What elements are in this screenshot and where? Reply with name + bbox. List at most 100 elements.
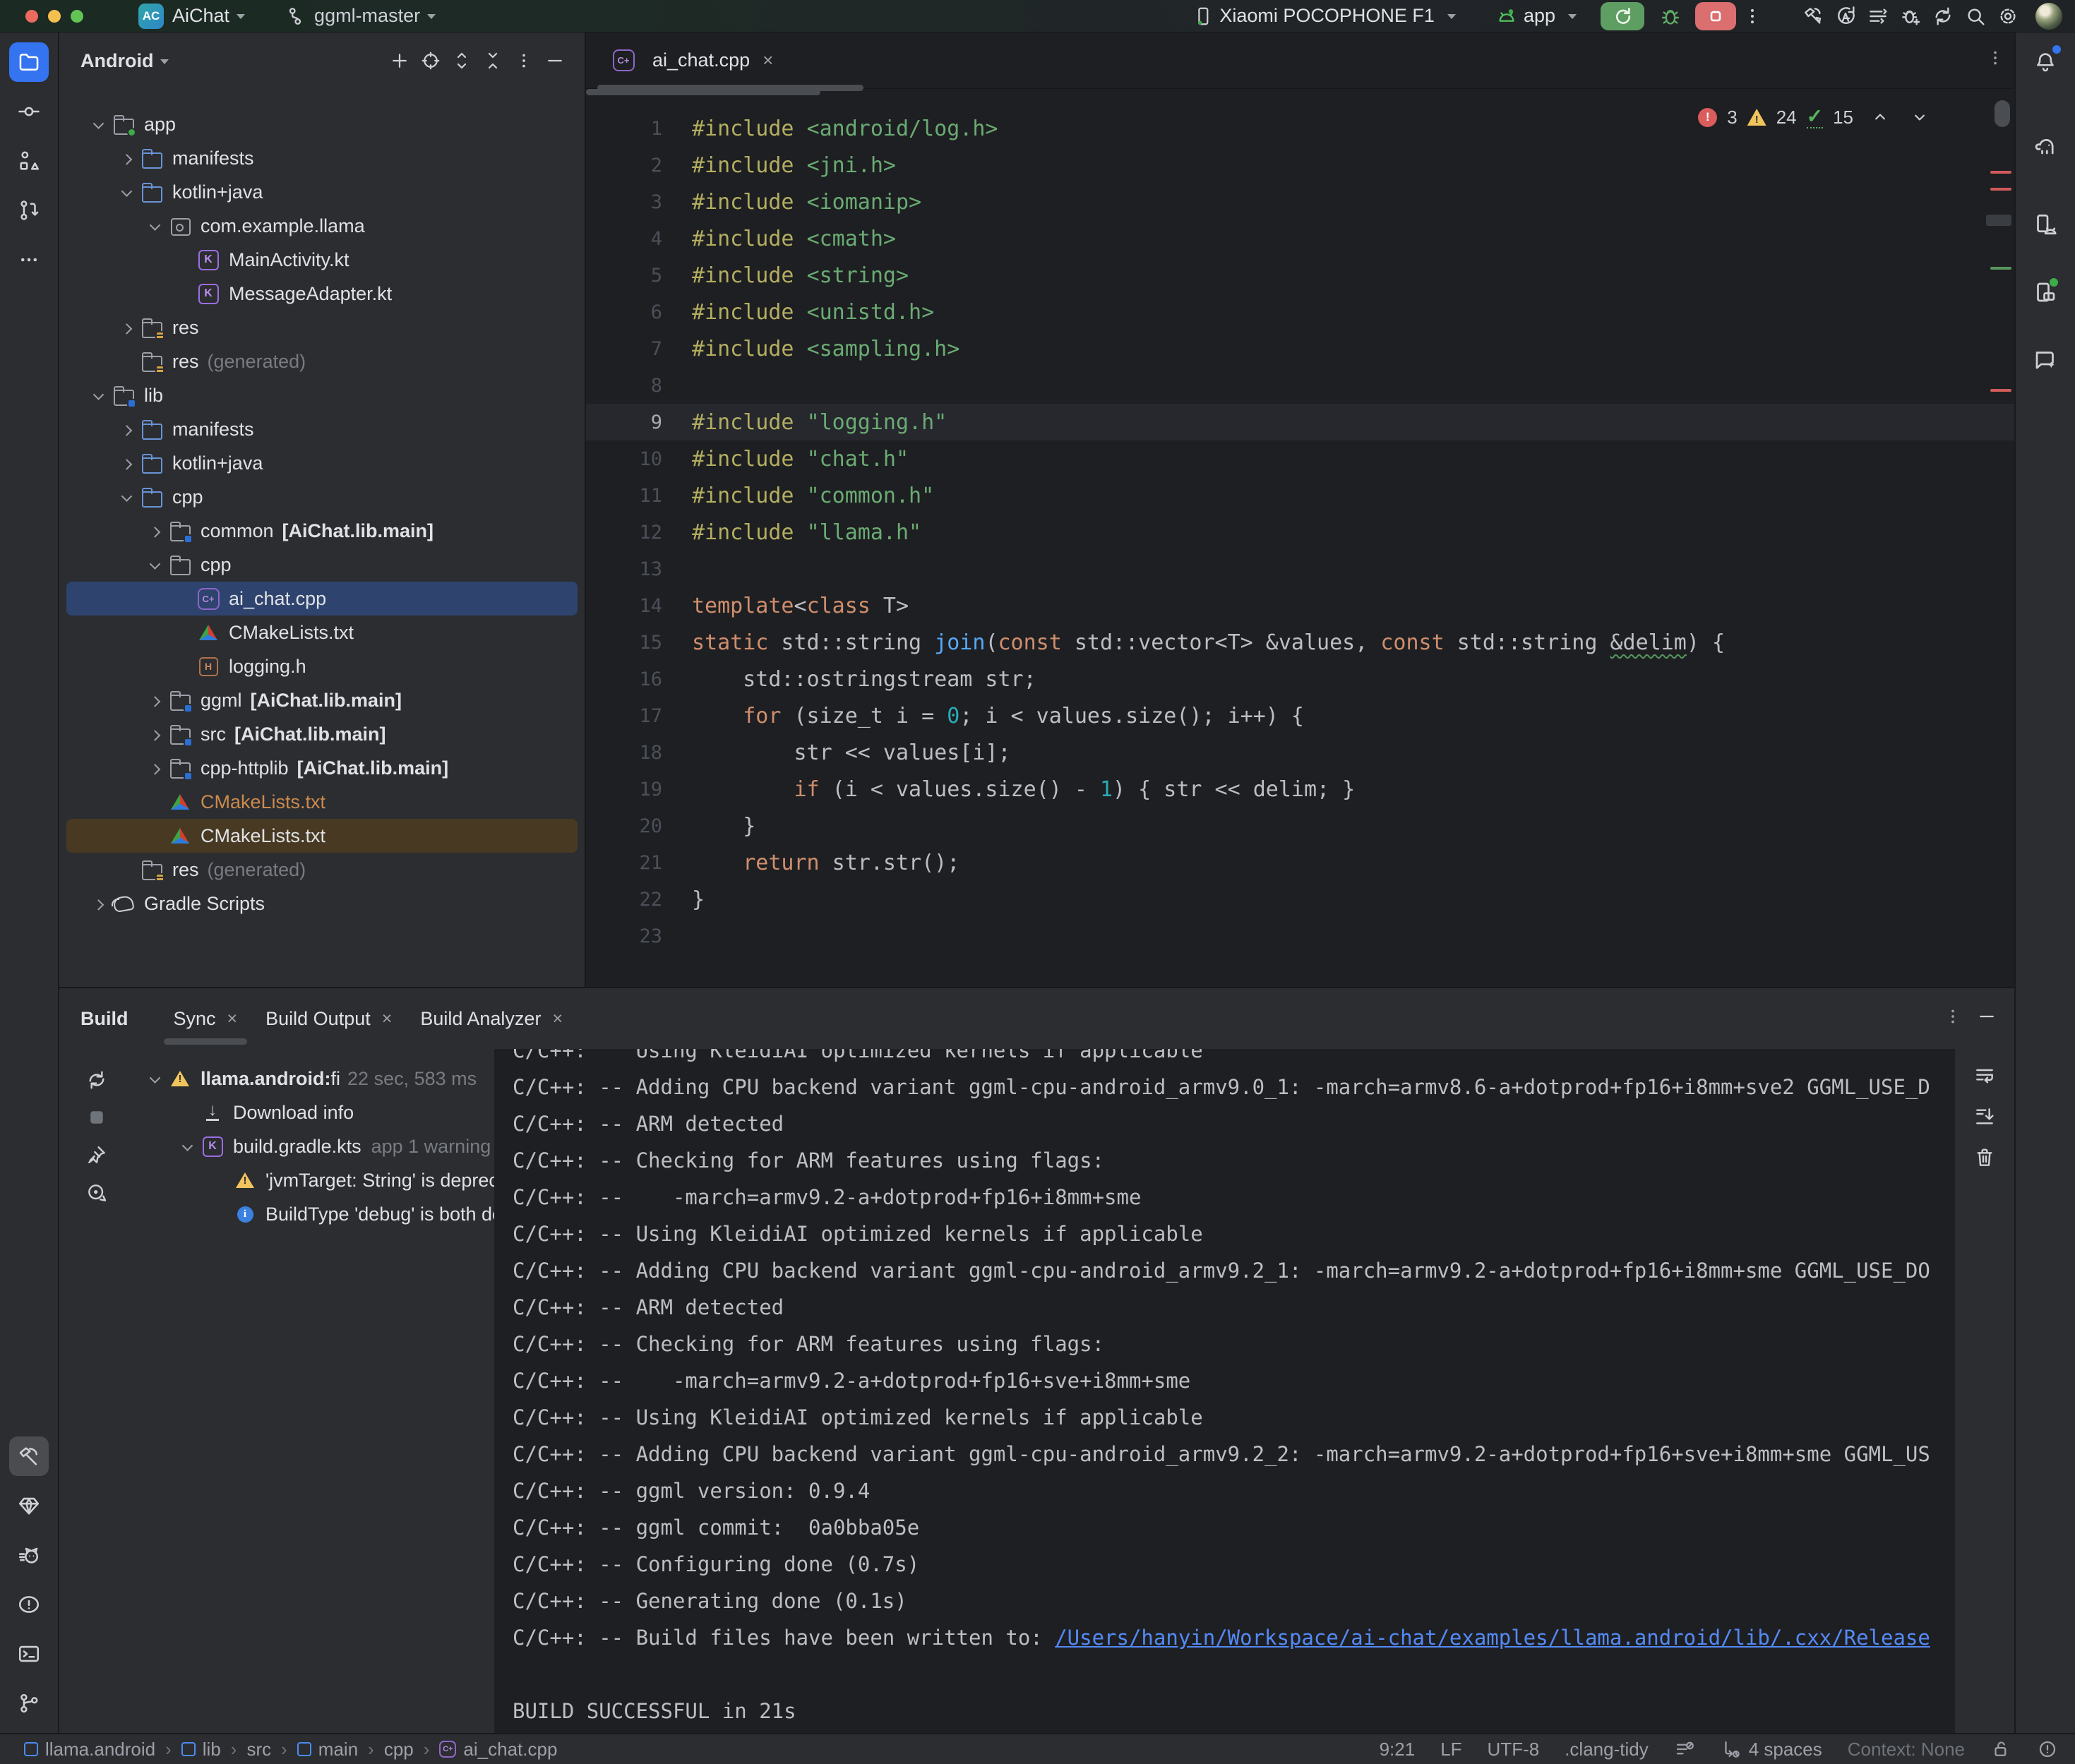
tree-item-res[interactable]: res xyxy=(66,311,578,344)
search-everywhere-button[interactable] xyxy=(1959,2,1992,30)
close-tab-icon[interactable]: × xyxy=(763,49,773,71)
indent-widget[interactable]: 4 spaces xyxy=(1721,1739,1822,1760)
tree-item-cpp[interactable]: cpp xyxy=(66,480,578,514)
settings-button[interactable] xyxy=(1992,2,2024,30)
pin-icon[interactable] xyxy=(85,1144,108,1166)
build-tree-item-llama-android[interactable]: llama.android: fi22 sec, 583 ms xyxy=(134,1062,494,1096)
stop-button[interactable] xyxy=(1695,2,1736,30)
horizontal-scrollbar-thumb[interactable] xyxy=(586,89,820,95)
code-area[interactable]: 1#include <android/log.h>2#include <jni.… xyxy=(586,89,2014,987)
resync-icon[interactable] xyxy=(85,1069,108,1091)
close-tab-icon[interactable]: × xyxy=(227,1009,238,1029)
build-tree-item-jvmtarget-string-is-deprec[interactable]: 'jvmTarget: String' is deprec xyxy=(134,1163,494,1197)
code-line-20[interactable]: 20 } xyxy=(586,808,2014,844)
more-run-actions-button[interactable] xyxy=(1736,2,1769,30)
tree-item-manifests[interactable]: manifests xyxy=(66,412,578,446)
run-configuration-selector[interactable]: app xyxy=(1495,5,1577,28)
breadcrumb-item-cpp[interactable]: cpp xyxy=(384,1739,414,1760)
tree-item-common-aichat-lib-main[interactable]: common[AiChat.lib.main] xyxy=(66,514,578,548)
linter-config[interactable]: .clang-tidy xyxy=(1565,1739,1649,1760)
build-output-path-link[interactable]: /Users/hanyin/Workspace/ai-chat/examples… xyxy=(1055,1626,1930,1650)
code-line-16[interactable]: 16 std::ostringstream str; xyxy=(586,661,2014,697)
code-line-22[interactable]: 22} xyxy=(586,881,2014,918)
clear-console-icon[interactable] xyxy=(1973,1146,1996,1169)
tree-item-cmakelists-txt[interactable]: CMakeLists.txt xyxy=(66,819,578,853)
tree-item-kotlin-java[interactable]: kotlin+java xyxy=(66,446,578,480)
tree-item-mainactivity-kt[interactable]: MainActivity.kt xyxy=(66,243,578,277)
error-stripe[interactable] xyxy=(1986,89,2014,987)
breadcrumb-item-src[interactable]: src xyxy=(246,1739,271,1760)
hide-panel-button[interactable] xyxy=(539,45,570,76)
stop-process-icon[interactable] xyxy=(86,1107,107,1128)
tree-item-app[interactable]: app xyxy=(66,107,578,141)
close-tab-icon[interactable]: × xyxy=(552,1009,563,1029)
zoom-window-button[interactable] xyxy=(71,10,83,23)
tree-item-src-aichat-lib-main[interactable]: src[AiChat.lib.main] xyxy=(66,717,578,751)
build-tree-item-buildtype-debug-is-both-de[interactable]: BuildType 'debug' is both de xyxy=(134,1197,494,1231)
inspection-widget[interactable]: ! 3 ! 24 ✓ 15 xyxy=(1698,106,1930,128)
code-line-6[interactable]: 6#include <unistd.h> xyxy=(586,294,2014,330)
code-line-12[interactable]: 12#include "llama.h" xyxy=(586,514,2014,551)
error-indicator-icon[interactable] xyxy=(2037,1739,2058,1760)
tool-running-devices[interactable] xyxy=(2026,272,2065,312)
tab-sync[interactable]: Sync× xyxy=(160,988,252,1049)
tool-git[interactable] xyxy=(9,1684,49,1723)
file-encoding[interactable]: UTF-8 xyxy=(1488,1739,1540,1760)
code-line-7[interactable]: 7#include <sampling.h> xyxy=(586,330,2014,367)
locate-file-button[interactable] xyxy=(415,45,446,76)
code-line-5[interactable]: 5#include <string> xyxy=(586,257,2014,294)
chevron-down-icon[interactable] xyxy=(116,486,137,508)
tree-item-gradle-scripts[interactable]: Gradle Scripts xyxy=(66,887,578,920)
chevron-right-icon[interactable] xyxy=(144,757,165,779)
chevron-down-icon[interactable] xyxy=(116,181,137,203)
code-line-8[interactable]: 8 xyxy=(586,367,2014,404)
chevron-right-icon[interactable] xyxy=(116,419,137,440)
breadcrumb-item-lib[interactable]: lib xyxy=(181,1739,221,1760)
code-line-15[interactable]: 15static std::string join(const std::vec… xyxy=(586,624,2014,661)
breadcrumb-item-ai-chat-cpp[interactable]: C+ai_chat.cpp xyxy=(439,1739,557,1760)
tab-ai-chat-cpp[interactable]: ai_chat.cpp × xyxy=(596,32,786,88)
unlock-icon[interactable] xyxy=(1990,1739,2011,1760)
caret-position[interactable]: 9:21 xyxy=(1380,1739,1416,1760)
code-line-3[interactable]: 3#include <iomanip> xyxy=(586,184,2014,220)
code-line-2[interactable]: 2#include <jni.h> xyxy=(586,147,2014,184)
next-problem-icon[interactable] xyxy=(1910,107,1930,127)
tree-item-res-generated[interactable]: res(generated) xyxy=(66,853,578,887)
tree-item-com-example-llama[interactable]: com.example.llama xyxy=(66,209,578,243)
project-selector[interactable]: AiChat xyxy=(172,5,229,27)
chevron-down-icon[interactable] xyxy=(144,1068,165,1089)
editor-options-button[interactable] xyxy=(1986,49,2004,72)
chevron-right-icon[interactable] xyxy=(88,893,109,914)
vcs-branch-widget[interactable]: ggml-master xyxy=(285,5,436,27)
code-line-19[interactable]: 19 if (i < values.size() - 1) { str << d… xyxy=(586,771,2014,808)
close-tab-icon[interactable]: × xyxy=(382,1009,393,1029)
breadcrumb-item-llama-android[interactable]: llama.android xyxy=(24,1739,155,1760)
minimize-window-button[interactable] xyxy=(48,10,61,23)
tree-item-cmakelists-txt[interactable]: CMakeLists.txt xyxy=(66,616,578,649)
close-window-button[interactable] xyxy=(25,10,38,23)
code-line-18[interactable]: 18 str << values[i]; xyxy=(586,734,2014,771)
tree-item-cpp[interactable]: cpp xyxy=(66,548,578,582)
tab-build-output[interactable]: Build Output× xyxy=(251,988,406,1049)
code-line-4[interactable]: 4#include <cmath> xyxy=(586,220,2014,257)
chevron-right-icon[interactable] xyxy=(116,452,137,474)
chevron-down-icon[interactable] xyxy=(88,385,109,406)
add-button[interactable] xyxy=(384,45,415,76)
tool-logcat[interactable] xyxy=(9,1535,49,1575)
build-tree-item-download-info[interactable]: Download info xyxy=(134,1096,494,1129)
tool-device-explorer[interactable] xyxy=(9,1486,49,1525)
profiler-button[interactable] xyxy=(1862,2,1894,30)
tool-gradle[interactable] xyxy=(2026,127,2065,167)
breadcrumb[interactable]: llama.android›lib›src›main›cpp›C+ai_chat… xyxy=(24,1739,557,1760)
tool-terminal[interactable] xyxy=(9,1634,49,1674)
chevron-right-icon[interactable] xyxy=(116,317,137,338)
chevron-right-icon[interactable] xyxy=(144,520,165,541)
tool-build[interactable] xyxy=(9,1436,49,1476)
project-view-selector[interactable]: Android xyxy=(80,50,153,72)
tree-item-logging-h[interactable]: logging.h xyxy=(66,649,578,683)
code-line-17[interactable]: 17 for (size_t i = 0; i < values.size();… xyxy=(586,697,2014,734)
rerun-button[interactable] xyxy=(1601,2,1644,30)
tree-item-manifests[interactable]: manifests xyxy=(66,141,578,175)
inspections-widget-icon[interactable] xyxy=(1674,1739,1695,1760)
tab-build-analyzer[interactable]: Build Analyzer× xyxy=(406,988,577,1049)
